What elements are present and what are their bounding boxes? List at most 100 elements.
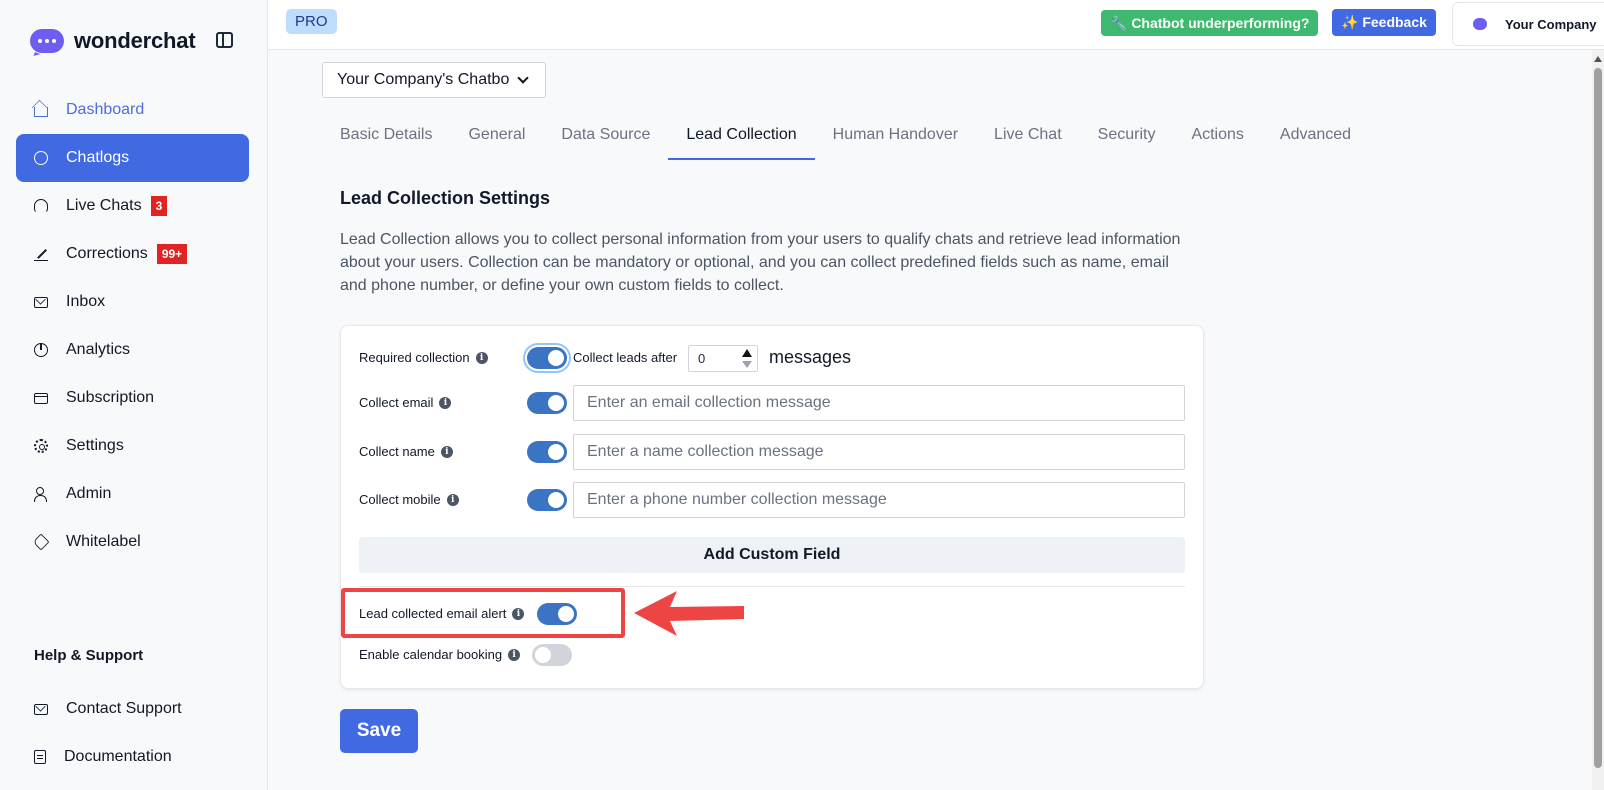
sidebar-item-corrections[interactable]: Corrections 99+ <box>16 230 249 278</box>
sidebar-item-label: Corrections <box>66 245 148 262</box>
chatbot-underperforming-button[interactable]: 🔧 Chatbot underperforming? <box>1101 10 1319 36</box>
collect-leads-after-label: Collect leads after <box>573 350 678 365</box>
sidebar-item-label: Live Chats <box>66 197 142 214</box>
collect-email-toggle[interactable] <box>527 392 567 414</box>
credit-card-icon <box>34 392 48 404</box>
company-menu[interactable]: Your Company <box>1452 2 1604 46</box>
gear-icon <box>34 439 48 453</box>
chatbot-select[interactable]: Your Company's Chatbot <box>322 62 546 98</box>
sidebar-item-label: Settings <box>66 437 124 454</box>
sidebar-item-chatlogs[interactable]: Chatlogs <box>16 134 249 182</box>
spin-up-icon[interactable] <box>742 349 752 357</box>
sidebar-item-label: Admin <box>66 485 112 502</box>
sidebar-item-analytics[interactable]: Analytics <box>16 326 249 374</box>
sidebar-item-documentation[interactable]: Documentation <box>16 733 249 781</box>
document-icon <box>34 750 46 764</box>
collect-mobile-label: Collect mobile i <box>359 492 459 507</box>
user-icon <box>34 487 48 502</box>
pen-icon <box>34 247 48 261</box>
required-collection-toggle[interactable] <box>527 347 567 369</box>
collect-name-label: Collect name i <box>359 444 453 459</box>
collect-email-text: Collect email <box>359 395 434 410</box>
info-icon[interactable]: i <box>446 493 459 506</box>
scroll-up-icon[interactable] <box>1594 56 1602 62</box>
sidebar-item-label: Analytics <box>66 341 131 358</box>
pie-chart-icon <box>34 343 48 357</box>
tag-icon <box>32 533 50 551</box>
chat-bubble-icon <box>1473 18 1487 30</box>
tab-actions[interactable]: Actions <box>1173 126 1261 160</box>
sidebar-toggle-icon[interactable] <box>216 32 233 48</box>
tab-advanced[interactable]: Advanced <box>1262 126 1369 160</box>
tab-lead-collection[interactable]: Lead Collection <box>668 126 815 160</box>
calendar-booking-text: Enable calendar booking <box>359 647 503 662</box>
info-icon[interactable]: i <box>439 396 452 409</box>
add-custom-field-button[interactable]: Add Custom Field <box>359 537 1185 573</box>
divider <box>359 586 1185 587</box>
tab-basic-details[interactable]: Basic Details <box>322 126 450 160</box>
live-chats-badge: 3 <box>150 196 168 216</box>
collect-name-toggle[interactable] <box>527 441 567 463</box>
required-collection-label: Required collection i <box>359 350 488 365</box>
sidebar-item-label: Documentation <box>64 748 172 765</box>
name-message-input[interactable] <box>573 434 1185 470</box>
info-icon[interactable]: i <box>440 445 453 458</box>
settings-tabs: Basic Details General Data Source Lead C… <box>322 126 1369 160</box>
sidebar-item-inbox[interactable]: Inbox <box>16 278 249 326</box>
feedback-button[interactable]: ✨ Feedback <box>1332 9 1436 36</box>
spin-down-icon[interactable] <box>742 361 752 368</box>
sidebar-item-live-chats[interactable]: Live Chats 3 <box>16 182 249 230</box>
sidebar-item-admin[interactable]: Admin <box>16 470 249 518</box>
chat-icon <box>34 151 48 165</box>
info-icon[interactable]: i <box>508 648 521 661</box>
collect-name-text: Collect name <box>359 444 435 459</box>
wonderchat-logo-icon <box>30 29 64 53</box>
collect-after-input[interactable]: 0 <box>688 345 758 372</box>
email-message-input[interactable] <box>573 385 1185 421</box>
required-collection-text: Required collection <box>359 350 470 365</box>
sidebar-item-settings[interactable]: Settings <box>16 422 249 470</box>
tab-live-chat[interactable]: Live Chat <box>976 126 1080 160</box>
company-name: Your Company <box>1505 16 1597 32</box>
sidebar-item-label: Chatlogs <box>66 149 130 166</box>
red-arrow-annotation-icon <box>634 591 744 636</box>
number-spinner[interactable] <box>742 349 752 368</box>
sidebar-item-label: Whitelabel <box>66 533 141 550</box>
top-bar: PRO 🔧 Chatbot underperforming? ✨ Feedbac… <box>268 0 1604 50</box>
mail-icon <box>34 296 48 308</box>
tab-data-source[interactable]: Data Source <box>543 126 668 160</box>
tab-general[interactable]: General <box>450 126 543 160</box>
sidebar-item-whitelabel[interactable]: Whitelabel <box>16 518 249 566</box>
sidebar-item-label: Inbox <box>66 293 106 310</box>
scrollbar-thumb[interactable] <box>1594 68 1602 768</box>
help-support-heading: Help & Support <box>34 647 144 664</box>
sidebar-item-subscription[interactable]: Subscription <box>16 374 249 422</box>
collect-mobile-text: Collect mobile <box>359 492 441 507</box>
sidebar: wonderchat Dashboard Chatlogs Live Chats… <box>0 0 268 790</box>
lead-settings-card: Required collection i Collect leads afte… <box>340 325 1204 689</box>
tab-human-handover[interactable]: Human Handover <box>815 126 976 160</box>
tab-security[interactable]: Security <box>1080 126 1174 160</box>
mobile-message-input[interactable] <box>573 482 1185 518</box>
main-content: Your Company's Chatbot Basic Details Gen… <box>268 50 1604 790</box>
save-button[interactable]: Save <box>340 709 418 753</box>
sidebar-item-label: Subscription <box>66 389 155 406</box>
section-description: Lead Collection allows you to collect pe… <box>340 231 1181 294</box>
highlight-box <box>341 588 625 638</box>
info-icon[interactable]: i <box>475 351 488 364</box>
plan-badge: PRO <box>286 9 337 34</box>
brand-name: wonderchat <box>74 28 196 53</box>
section-title: Lead Collection Settings <box>340 188 551 208</box>
collect-after-value: 0 <box>698 351 706 366</box>
home-icon <box>34 107 48 117</box>
mail-icon <box>34 703 48 715</box>
sidebar-item-contact-support[interactable]: Contact Support <box>16 685 249 733</box>
messages-label: messages <box>769 347 852 367</box>
calendar-booking-label: Enable calendar booking i <box>359 647 521 662</box>
sidebar-item-dashboard[interactable]: Dashboard <box>16 86 249 134</box>
calendar-booking-toggle[interactable] <box>532 644 572 666</box>
scrollbar[interactable] <box>1592 50 1604 790</box>
help-nav: Contact Support Documentation <box>16 685 249 781</box>
collect-mobile-toggle[interactable] <box>527 489 567 511</box>
brand[interactable]: wonderchat <box>30 26 196 56</box>
